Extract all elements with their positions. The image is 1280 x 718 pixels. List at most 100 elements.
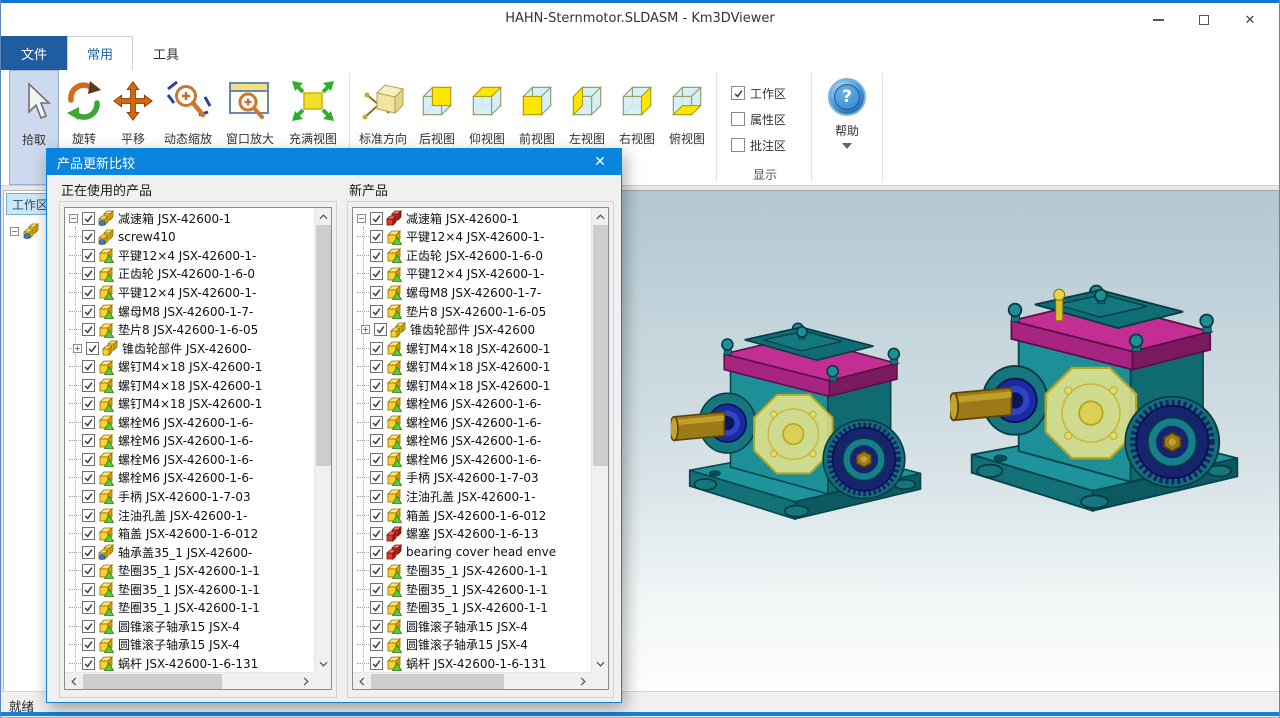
workspace-checkbox[interactable] bbox=[731, 86, 745, 100]
scroll-left-icon[interactable] bbox=[65, 673, 82, 690]
dialog-close-button[interactable]: ✕ bbox=[579, 149, 621, 175]
scrollbar-thumb[interactable] bbox=[371, 674, 504, 689]
properties-checkbox-row[interactable]: 属性区 bbox=[731, 106, 799, 132]
scroll-right-icon[interactable] bbox=[297, 673, 314, 690]
tab-home[interactable]: 常用 bbox=[67, 36, 133, 70]
item-checkbox[interactable] bbox=[82, 638, 95, 651]
item-checkbox[interactable] bbox=[82, 490, 95, 503]
tree-item[interactable]: 箱盖 JSX-42600-1-6-012 bbox=[66, 524, 313, 543]
expand-toggle[interactable]: + bbox=[73, 344, 82, 353]
item-checkbox[interactable] bbox=[370, 230, 383, 243]
tree-item[interactable]: 螺母M8 JSX-42600-1-7- bbox=[66, 302, 313, 321]
tree-item[interactable]: 螺塞 JSX-42600-1-6-13 bbox=[354, 524, 590, 543]
tree-item[interactable]: 平键12×4 JSX-42600-1- bbox=[66, 246, 313, 265]
item-checkbox[interactable] bbox=[370, 490, 383, 503]
tree-item[interactable]: 螺钉M4×18 JSX-42600-1 bbox=[354, 357, 590, 376]
item-checkbox[interactable] bbox=[370, 434, 383, 447]
tree-item[interactable]: 螺栓M6 JSX-42600-1-6- bbox=[354, 432, 590, 451]
annotations-checkbox[interactable] bbox=[731, 138, 745, 152]
tree-item[interactable]: 螺栓M6 JSX-42600-1-6- bbox=[66, 469, 313, 488]
item-checkbox[interactable] bbox=[370, 305, 383, 318]
titlebar[interactable]: HAHN-Sternmotor.SLDASM - Km3DViewer ✕ bbox=[1, 3, 1279, 36]
tree-item[interactable]: +锥齿轮部件 JSX-42600 bbox=[354, 320, 590, 339]
tree-item[interactable]: 圆锥滚子轴承15 JSX-4 bbox=[354, 617, 590, 636]
item-checkbox[interactable] bbox=[370, 620, 383, 633]
tree-item[interactable]: 圆锥滚子轴承15 JSX-4 bbox=[66, 617, 313, 636]
help-dropdown-arrow-icon[interactable] bbox=[842, 143, 852, 149]
tree-item[interactable]: 垫片8 JSX-42600-1-6-05 bbox=[66, 320, 313, 339]
scrollbar-thumb[interactable] bbox=[83, 674, 222, 689]
tree-item[interactable]: 螺栓M6 JSX-42600-1-6- bbox=[66, 450, 313, 469]
item-checkbox[interactable] bbox=[370, 212, 383, 225]
dialog-titlebar[interactable]: 产品更新比较 bbox=[47, 149, 621, 175]
tree-item[interactable]: 垫圈35_1 JSX-42600-1-1 bbox=[66, 561, 313, 580]
tree-item[interactable]: 平键12×4 JSX-42600-1- bbox=[66, 283, 313, 302]
tree-item[interactable]: 手柄 JSX-42600-1-7-03 bbox=[354, 469, 590, 488]
annotations-checkbox-row[interactable]: 批注区 bbox=[731, 132, 799, 158]
item-checkbox[interactable] bbox=[82, 434, 95, 447]
tree-item[interactable]: 圆锥滚子轴承15 JSX-4 bbox=[354, 636, 590, 655]
item-checkbox[interactable] bbox=[82, 564, 95, 577]
new-product-tree[interactable]: −减速箱 JSX-42600-1平键12×4 JSX-42600-1-正齿轮 J… bbox=[352, 207, 609, 690]
item-checkbox[interactable] bbox=[370, 453, 383, 466]
item-checkbox[interactable] bbox=[82, 546, 95, 559]
item-checkbox[interactable] bbox=[82, 323, 95, 336]
item-checkbox[interactable] bbox=[82, 286, 95, 299]
item-checkbox[interactable] bbox=[370, 342, 383, 355]
item-checkbox[interactable] bbox=[82, 397, 95, 410]
tree-item[interactable]: 螺钉M4×18 JSX-42600-1 bbox=[66, 376, 313, 395]
item-checkbox[interactable] bbox=[82, 360, 95, 373]
expand-toggle[interactable]: − bbox=[69, 214, 78, 223]
tree-item[interactable]: 正齿轮 JSX-42600-1-6-0 bbox=[66, 265, 313, 284]
expand-toggle[interactable]: − bbox=[10, 227, 19, 236]
scrollbar-thumb[interactable] bbox=[316, 225, 331, 466]
item-checkbox[interactable] bbox=[370, 471, 383, 484]
item-checkbox[interactable] bbox=[370, 564, 383, 577]
gearbox-model-left[interactable] bbox=[670, 323, 920, 519]
tree-item[interactable]: 螺钉M4×18 JSX-42600-1 bbox=[66, 394, 313, 413]
tree-item[interactable]: 螺钉M4×18 JSX-42600-1 bbox=[354, 376, 590, 395]
tree-item[interactable]: +锥齿轮部件 JSX-42600- bbox=[66, 339, 313, 358]
item-checkbox[interactable] bbox=[82, 379, 95, 392]
tree-item[interactable]: 垫片8 JSX-42600-1-6-05 bbox=[354, 302, 590, 321]
tree-item[interactable]: 螺栓M6 JSX-42600-1-6- bbox=[354, 394, 590, 413]
maximize-button[interactable] bbox=[1181, 7, 1227, 33]
item-checkbox[interactable] bbox=[370, 286, 383, 299]
scroll-up-icon[interactable] bbox=[592, 208, 609, 225]
tree-item[interactable]: 垫圈35_1 JSX-42600-1-1 bbox=[354, 580, 590, 599]
item-checkbox[interactable] bbox=[82, 305, 95, 318]
item-checkbox[interactable] bbox=[82, 657, 95, 670]
item-checkbox[interactable] bbox=[82, 471, 95, 484]
tree-item[interactable]: screw410 bbox=[66, 228, 313, 247]
horizontal-scrollbar[interactable] bbox=[353, 672, 591, 689]
item-checkbox[interactable] bbox=[370, 527, 383, 540]
item-checkbox[interactable] bbox=[370, 360, 383, 373]
item-checkbox[interactable] bbox=[370, 249, 383, 262]
tree-item[interactable]: 垫圈35_1 JSX-42600-1-1 bbox=[66, 580, 313, 599]
item-checkbox[interactable] bbox=[370, 638, 383, 651]
item-checkbox[interactable] bbox=[82, 583, 95, 596]
item-checkbox[interactable] bbox=[82, 267, 95, 280]
tree-item[interactable]: 圆锥滚子轴承15 JSX-4 bbox=[66, 636, 313, 655]
item-checkbox[interactable] bbox=[82, 620, 95, 633]
tree-item[interactable]: 垫圈35_1 JSX-42600-1-1 bbox=[66, 598, 313, 617]
tree-item[interactable]: 平键12×4 JSX-42600-1- bbox=[354, 265, 590, 284]
vertical-scrollbar[interactable] bbox=[591, 208, 608, 672]
tree-item[interactable]: 螺钉M4×18 JSX-42600-1 bbox=[354, 339, 590, 358]
item-checkbox[interactable] bbox=[82, 509, 95, 522]
item-checkbox[interactable] bbox=[82, 527, 95, 540]
item-checkbox[interactable] bbox=[86, 342, 99, 355]
tree-item[interactable]: 垫圈35_1 JSX-42600-1-1 bbox=[354, 561, 590, 580]
item-checkbox[interactable] bbox=[82, 416, 95, 429]
tree-item[interactable]: 平键12×4 JSX-42600-1- bbox=[354, 228, 590, 247]
item-checkbox[interactable] bbox=[370, 267, 383, 280]
item-checkbox[interactable] bbox=[370, 509, 383, 522]
item-checkbox[interactable] bbox=[370, 657, 383, 670]
tab-file[interactable]: 文件 bbox=[1, 36, 67, 70]
tree-item[interactable]: 注油孔盖 JSX-42600-1- bbox=[354, 487, 590, 506]
help-button[interactable]: ? 帮助 bbox=[816, 70, 878, 185]
tree-item[interactable]: 螺栓M6 JSX-42600-1-6- bbox=[354, 450, 590, 469]
gearbox-model-right[interactable] bbox=[949, 286, 1237, 511]
tree-item[interactable]: 蜗杆 JSX-42600-1-6-131 bbox=[66, 654, 313, 671]
scroll-right-icon[interactable] bbox=[574, 673, 591, 690]
